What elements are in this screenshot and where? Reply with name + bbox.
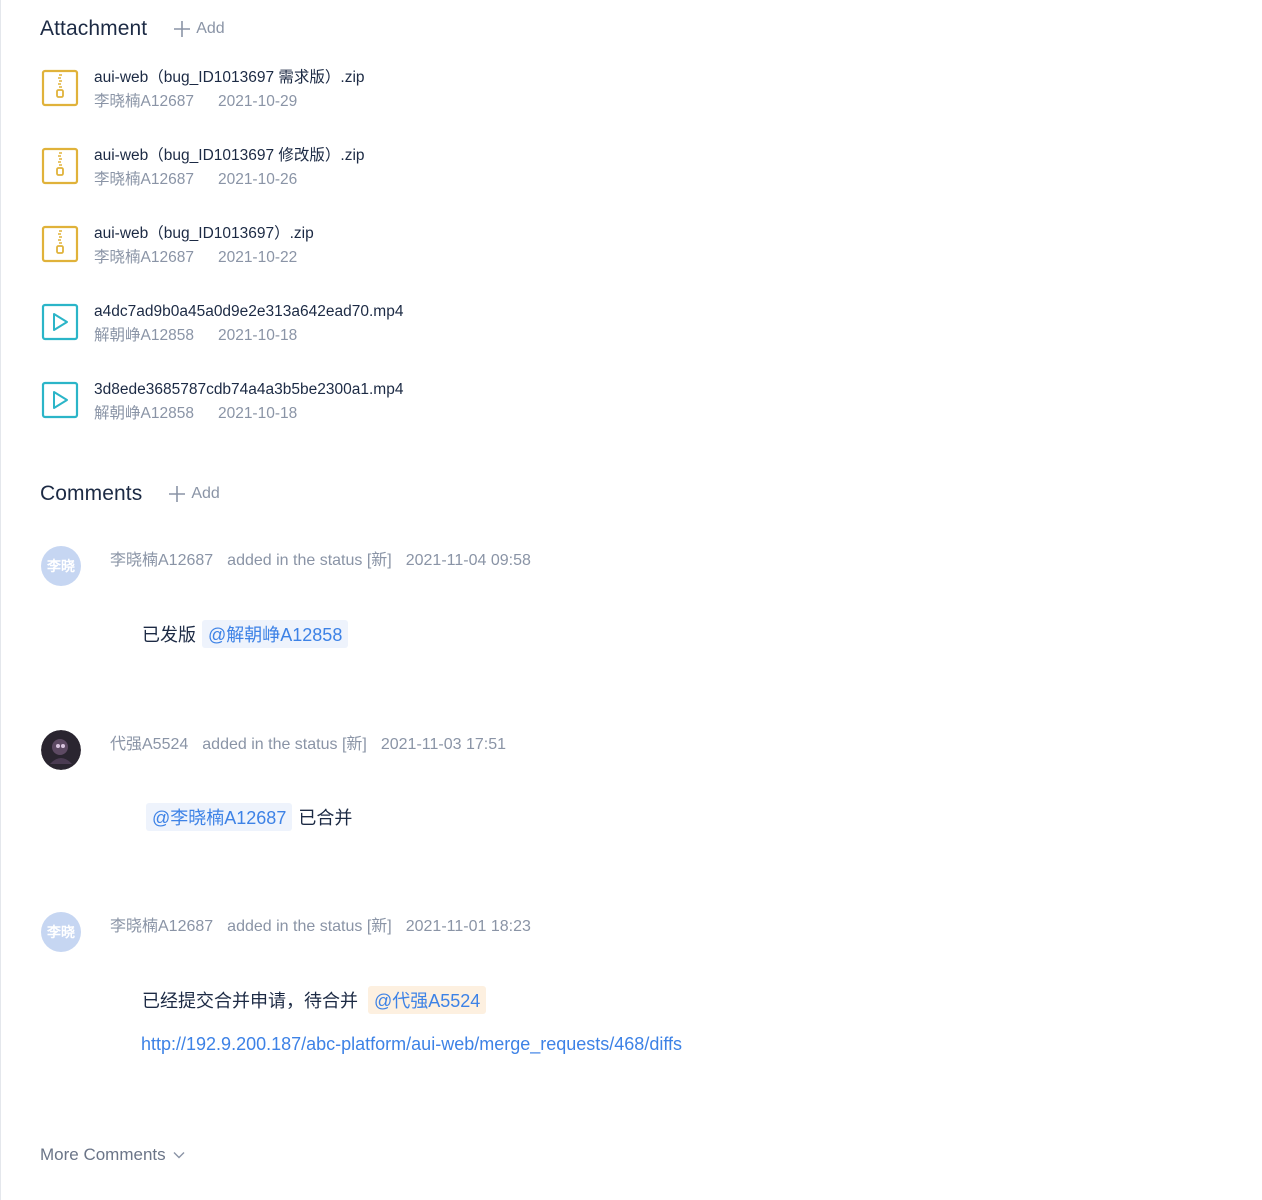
add-attachment-label: Add <box>196 20 225 37</box>
comment-text: 已合并 <box>298 808 353 828</box>
attachment-title: Attachment <box>40 17 148 40</box>
video-icon <box>41 303 79 341</box>
comments-header: Comments Add <box>40 482 220 506</box>
file-name[interactable]: a4dc7ad9b0a45a0d9e2e313a642ead70.mp4 <box>94 302 403 322</box>
merge-request-link[interactable]: http://192.9.200.187/abc-platform/aui-we… <box>141 1034 682 1055</box>
file-date: 2021-10-29 <box>217 93 298 110</box>
comment-status: added in the status [新] <box>202 736 367 753</box>
file-date: 2021-10-18 <box>217 405 298 422</box>
panel-left-border <box>0 0 1 1200</box>
file-author: 李晓楠A12687 <box>94 249 194 266</box>
add-attachment-button[interactable]: Add <box>173 20 225 38</box>
file-author: 李晓楠A12687 <box>94 171 194 188</box>
avatar[interactable]: 李晓 <box>41 546 81 586</box>
user-photo-icon <box>41 730 81 770</box>
mention-tag[interactable]: @李晓楠A12687 <box>146 803 293 831</box>
add-comment-button[interactable]: Add <box>168 485 220 503</box>
attachment-item[interactable]: aui-web（bug_ID1013697 修改版）.zip 李晓楠A12687… <box>40 146 365 190</box>
attachment-item[interactable]: aui-web（bug_ID1013697）.zip 李晓楠A12687 2021… <box>40 224 314 268</box>
avatar[interactable] <box>41 730 81 770</box>
file-date: 2021-10-18 <box>217 327 298 344</box>
comment-body: 已经提交合并申请，待合并 @代强A5524 <box>142 986 487 1014</box>
attachment-item[interactable]: 3d8ede3685787cdb74a4a3b5be2300a1.mp4 解朝峥… <box>40 380 403 424</box>
comment-text: 已经提交合并申请，待合并 <box>142 991 358 1011</box>
attachment-header: Attachment Add <box>40 17 225 41</box>
comments-title: Comments <box>40 482 143 505</box>
plus-icon <box>169 486 186 502</box>
file-author: 解朝峥A12858 <box>94 327 194 344</box>
comment-time: 2021-11-03 17:51 <box>380 736 506 753</box>
file-name[interactable]: aui-web（bug_ID1013697）.zip <box>94 224 314 244</box>
mention-tag[interactable]: @代强A5524 <box>368 986 487 1014</box>
chevron-down-icon <box>173 1152 185 1159</box>
file-author: 李晓楠A12687 <box>94 93 194 110</box>
file-author: 解朝峥A12858 <box>94 405 194 422</box>
comment-time: 2021-11-04 09:58 <box>405 552 531 569</box>
plus-icon <box>174 21 191 37</box>
comment-time: 2021-11-01 18:23 <box>405 918 531 935</box>
zip-icon <box>41 147 79 185</box>
avatar[interactable]: 李晓 <box>41 912 81 952</box>
comment-body: @李晓楠A12687 已合并 <box>146 803 352 831</box>
attachment-item[interactable]: aui-web（bug_ID1013697 需求版）.zip 李晓楠A12687… <box>40 68 365 112</box>
attachment-item[interactable]: a4dc7ad9b0a45a0d9e2e313a642ead70.mp4 解朝峥… <box>40 302 403 346</box>
zip-icon <box>41 69 79 107</box>
file-name[interactable]: aui-web（bug_ID1013697 需求版）.zip <box>94 68 365 88</box>
comment-text: 已发版 <box>142 625 196 645</box>
more-comments-label: More Comments <box>40 1145 166 1164</box>
file-name[interactable]: aui-web（bug_ID1013697 修改版）.zip <box>94 146 365 166</box>
add-comment-label: Add <box>191 485 220 502</box>
comment-body: 已发版 @解朝峥A12858 <box>142 620 349 648</box>
file-date: 2021-10-26 <box>217 171 298 188</box>
comment-author[interactable]: 代强A5524 <box>110 736 188 753</box>
file-name[interactable]: 3d8ede3685787cdb74a4a3b5be2300a1.mp4 <box>94 380 403 400</box>
comment-author[interactable]: 李晓楠A12687 <box>110 552 213 569</box>
comment-author[interactable]: 李晓楠A12687 <box>110 918 213 935</box>
comment-status: added in the status [新] <box>227 918 392 935</box>
more-comments-button[interactable]: More Comments <box>40 1145 186 1165</box>
video-icon <box>41 381 79 419</box>
comment-status: added in the status [新] <box>227 552 392 569</box>
zip-icon <box>41 225 79 263</box>
file-date: 2021-10-22 <box>217 249 298 266</box>
mention-tag[interactable]: @解朝峥A12858 <box>202 620 349 648</box>
